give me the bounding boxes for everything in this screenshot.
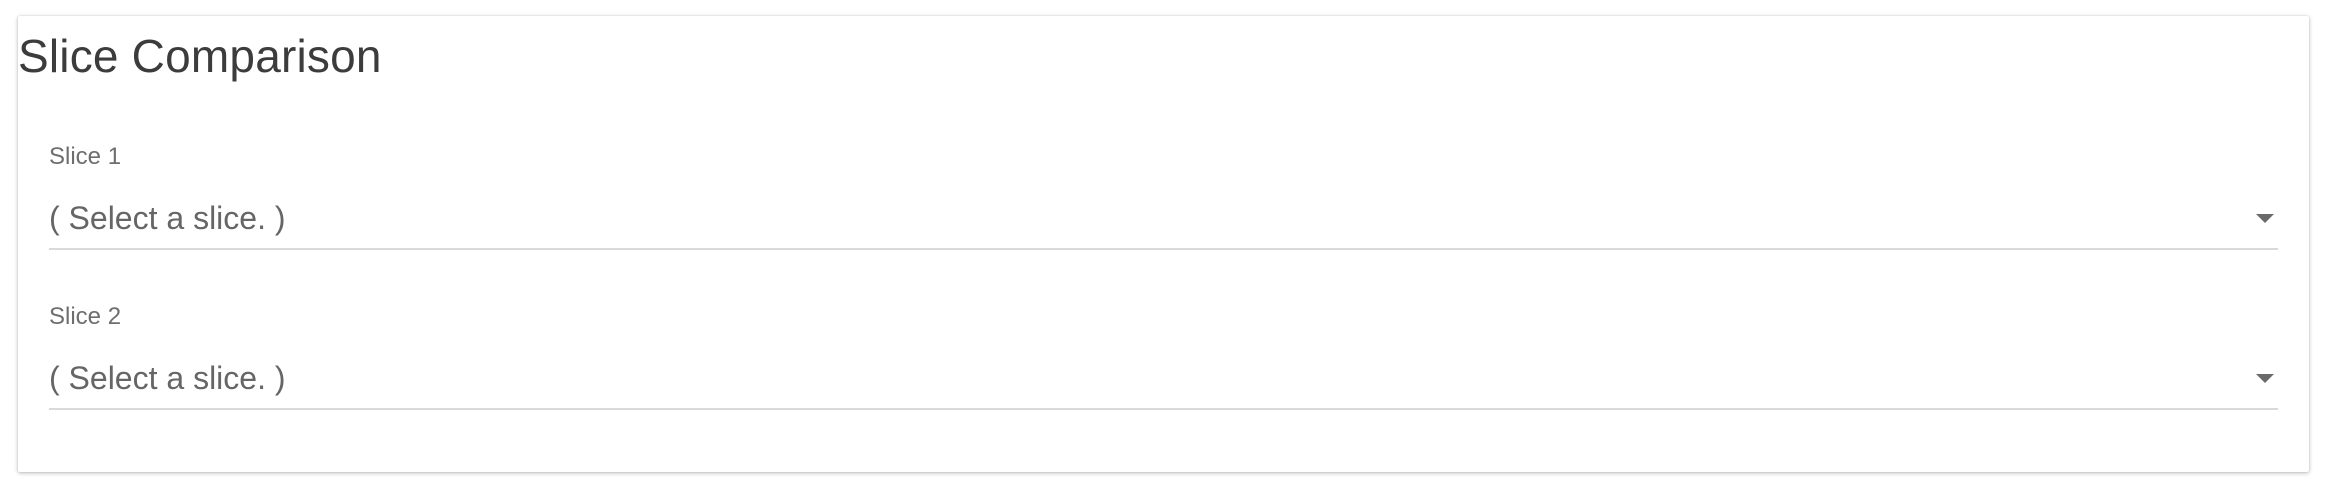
slice-2-select[interactable]: ( Select a slice. ) [49,350,2278,410]
dropdown-arrow-icon[interactable] [2256,214,2274,223]
dropdown-arrow-icon[interactable] [2256,374,2274,383]
slice-comparison-panel: Slice Comparison Slice 1 ( Select a slic… [18,16,2309,472]
slice-1-select[interactable]: ( Select a slice. ) [49,190,2278,250]
slice-2-selected-value: ( Select a slice. ) [49,360,286,396]
slice-1-selected-value: ( Select a slice. ) [49,200,286,236]
slice-2-field: Slice 2 ( Select a slice. ) [49,284,2278,410]
slice-1-label: Slice 1 [49,143,122,170]
slice-2-label: Slice 2 [49,303,122,330]
slice-1-field: Slice 1 ( Select a slice. ) [49,124,2278,250]
panel-title: Slice Comparison [18,30,382,82]
